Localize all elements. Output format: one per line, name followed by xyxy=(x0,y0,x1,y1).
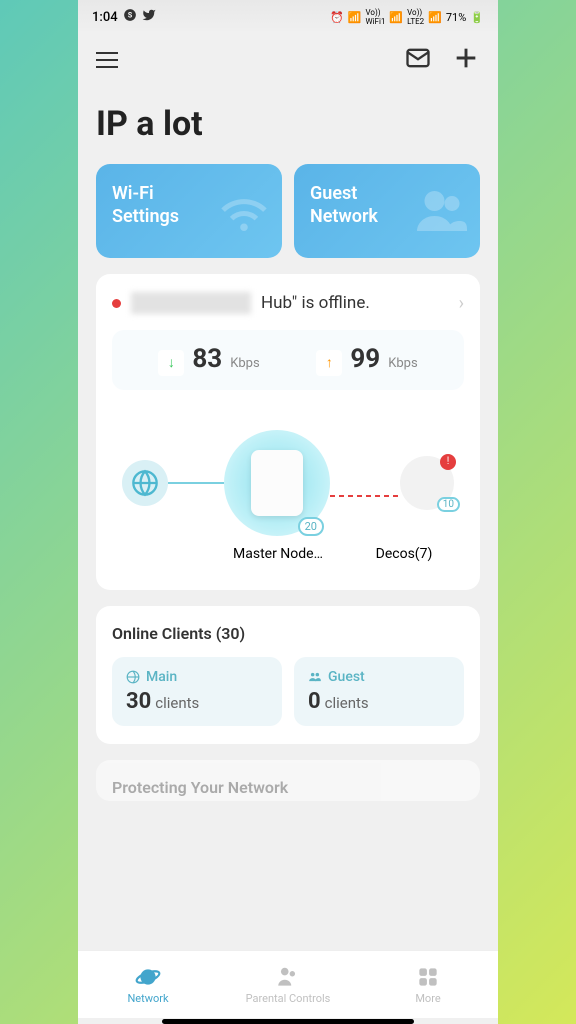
status-bar: 1:04 S ⏰ 📶 Vo))WiFi1 📶 Vo))LTE2 📶 71% 🔋 xyxy=(78,0,498,34)
status-right: ⏰ 📶 Vo))WiFi1 📶 Vo))LTE2 📶 71% 🔋 xyxy=(330,8,484,26)
main-count: 30 xyxy=(126,689,151,714)
signal-icon: Vo))WiFi1 xyxy=(366,8,386,26)
upload-speed: ↑ 99 Kbps xyxy=(316,344,417,376)
add-button[interactable] xyxy=(452,44,480,76)
twitter-icon xyxy=(142,8,156,26)
topology-map: 20 ! 10 xyxy=(112,390,464,546)
status-left: 1:04 S xyxy=(92,8,156,26)
topology-labels: Master Node… Decos(7) xyxy=(112,546,464,572)
deco-node[interactable]: ! 10 xyxy=(400,456,454,510)
top-tiles: Wi-Fi Settings Guest Network xyxy=(78,164,498,274)
download-speed: ↓ 83 Kbps xyxy=(158,344,259,376)
guest-word: clients xyxy=(325,694,369,712)
protect-network-card[interactable]: Protecting Your Network xyxy=(96,760,480,801)
wifi-icon: 📶 xyxy=(348,11,362,24)
people-icon xyxy=(412,181,472,241)
offline-status-row[interactable]: Hub" is offline. › xyxy=(112,292,464,314)
clients-tiles-row: Main 30 clients Guest 0 clients xyxy=(112,657,464,726)
mail-button[interactable] xyxy=(404,44,432,76)
offline-dot-icon xyxy=(112,299,121,308)
signal-bars: 📶 xyxy=(389,11,403,24)
protect-title: Protecting Your Network xyxy=(112,778,464,797)
alert-badge-icon: ! xyxy=(440,454,456,470)
connection-line-dashed xyxy=(330,482,400,484)
download-value: 83 xyxy=(192,344,222,374)
family-icon xyxy=(275,964,301,990)
menu-button[interactable] xyxy=(96,52,118,68)
clock: 1:04 xyxy=(92,10,118,25)
app-header xyxy=(78,34,498,86)
wifi-settings-tile[interactable]: Wi-Fi Settings xyxy=(96,164,282,258)
planet-icon xyxy=(135,964,161,990)
deco-badge: 10 xyxy=(437,497,460,512)
alarm-icon: ⏰ xyxy=(330,11,344,24)
download-unit: Kbps xyxy=(230,356,259,371)
main-clients-tile[interactable]: Main 30 clients xyxy=(112,657,282,726)
nav-parental-label: Parental Controls xyxy=(246,992,331,1005)
skype-icon: S xyxy=(123,8,137,26)
upload-unit: Kbps xyxy=(388,356,417,371)
battery-label: 71% xyxy=(446,11,466,24)
connection-line-solid xyxy=(168,482,224,484)
network-status-card: Hub" is offline. › ↓ 83 Kbps ↑ 99 Kbps xyxy=(96,274,480,590)
guest-count: 0 xyxy=(308,689,321,714)
deco-label: Decos(7) xyxy=(364,546,444,562)
header-actions xyxy=(404,44,480,76)
guest-label: Guest xyxy=(328,669,365,685)
wifi-icon xyxy=(214,181,274,241)
bottom-nav: Network Parental Controls More xyxy=(78,950,498,1018)
nav-more[interactable]: More xyxy=(358,951,498,1018)
battery-icon: 🔋 xyxy=(470,11,484,24)
guest-network-tile[interactable]: Guest Network xyxy=(294,164,480,258)
online-clients-card: Online Clients (30) Main 30 clients Gues… xyxy=(96,606,480,744)
nav-network-label: Network xyxy=(127,992,168,1005)
people-small-icon xyxy=(308,670,322,684)
upload-arrow-icon: ↑ xyxy=(316,350,342,376)
speed-card: ↓ 83 Kbps ↑ 99 Kbps xyxy=(112,330,464,390)
download-arrow-icon: ↓ xyxy=(158,350,184,376)
master-badge: 20 xyxy=(298,517,324,536)
globe-icon xyxy=(131,469,159,497)
home-indicator xyxy=(162,1019,414,1024)
nav-more-label: More xyxy=(415,992,440,1005)
master-node[interactable]: 20 xyxy=(224,430,330,536)
hub-name-redacted xyxy=(131,292,251,314)
grid-icon xyxy=(415,964,441,990)
chevron-right-icon: › xyxy=(459,293,464,314)
nav-network[interactable]: Network xyxy=(78,951,218,1018)
title-section: IP a lot xyxy=(78,86,498,164)
status-text: Hub" is offline. xyxy=(261,293,449,313)
upload-value: 99 xyxy=(350,344,380,374)
app-title: IP a lot xyxy=(96,104,480,144)
signal-bars2: 📶 xyxy=(428,11,442,24)
main-label: Main xyxy=(146,669,177,685)
sim2-icon: Vo))LTE2 xyxy=(407,8,424,26)
phone-screen: 1:04 S ⏰ 📶 Vo))WiFi1 📶 Vo))LTE2 📶 71% 🔋 xyxy=(78,0,498,1024)
globe-small-icon xyxy=(126,670,140,684)
clients-header: Online Clients (30) xyxy=(112,624,464,643)
internet-node[interactable] xyxy=(122,460,168,506)
master-label: Master Node… xyxy=(218,546,338,562)
guest-clients-tile[interactable]: Guest 0 clients xyxy=(294,657,464,726)
main-word: clients xyxy=(155,694,199,712)
svg-text:S: S xyxy=(127,11,132,19)
nav-parental[interactable]: Parental Controls xyxy=(218,951,358,1018)
